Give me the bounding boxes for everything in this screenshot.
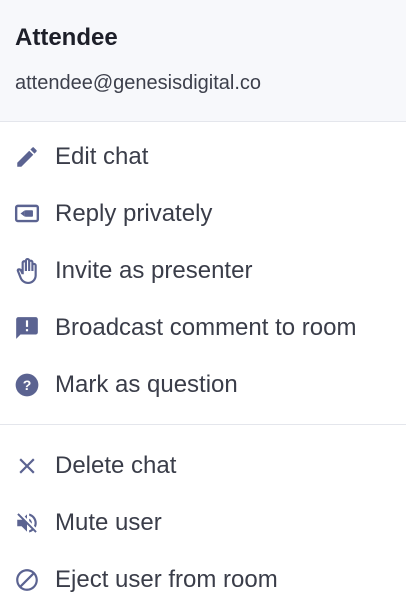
question-icon: ? xyxy=(14,372,40,398)
reply-privately-item[interactable]: Reply privately xyxy=(0,185,406,242)
menu-section-secondary: Delete chat Mute user Eject user from ro… xyxy=(0,424,406,600)
announcement-icon xyxy=(14,315,40,341)
delete-chat-label: Delete chat xyxy=(55,451,177,479)
mute-user-label: Mute user xyxy=(55,508,162,536)
broadcast-comment-label: Broadcast comment to room xyxy=(55,313,357,341)
pencil-icon xyxy=(14,144,40,170)
delete-chat-item[interactable]: Delete chat xyxy=(0,437,406,494)
user-email: attendee@genesisdigital.co xyxy=(15,72,262,94)
edit-chat-label: Edit chat xyxy=(55,142,149,170)
invite-as-presenter-label: Invite as presenter xyxy=(55,256,253,284)
reply-privately-label: Reply privately xyxy=(55,199,213,227)
block-icon xyxy=(14,567,40,593)
eject-user-item[interactable]: Eject user from room xyxy=(0,551,406,600)
invite-as-presenter-item[interactable]: Invite as presenter xyxy=(0,242,406,299)
user-header: Attendee attendee@genesisdigital.co xyxy=(0,0,406,122)
reply-private-icon xyxy=(14,201,40,227)
close-icon xyxy=(14,453,40,479)
edit-chat-item[interactable]: Edit chat xyxy=(0,128,406,185)
menu-section-primary: Edit chat Reply privately Invite as pres… xyxy=(0,122,406,413)
svg-text:?: ? xyxy=(23,376,32,392)
chat-context-menu: Attendee attendee@genesisdigital.co Edit… xyxy=(0,0,406,600)
user-name: Attendee xyxy=(15,24,118,51)
mute-icon xyxy=(14,510,40,536)
eject-user-label: Eject user from room xyxy=(55,565,278,593)
hand-icon xyxy=(14,257,40,284)
mark-as-question-item[interactable]: ? Mark as question xyxy=(0,356,406,413)
mark-as-question-label: Mark as question xyxy=(55,370,238,398)
mute-user-item[interactable]: Mute user xyxy=(0,494,406,551)
broadcast-comment-item[interactable]: Broadcast comment to room xyxy=(0,299,406,356)
